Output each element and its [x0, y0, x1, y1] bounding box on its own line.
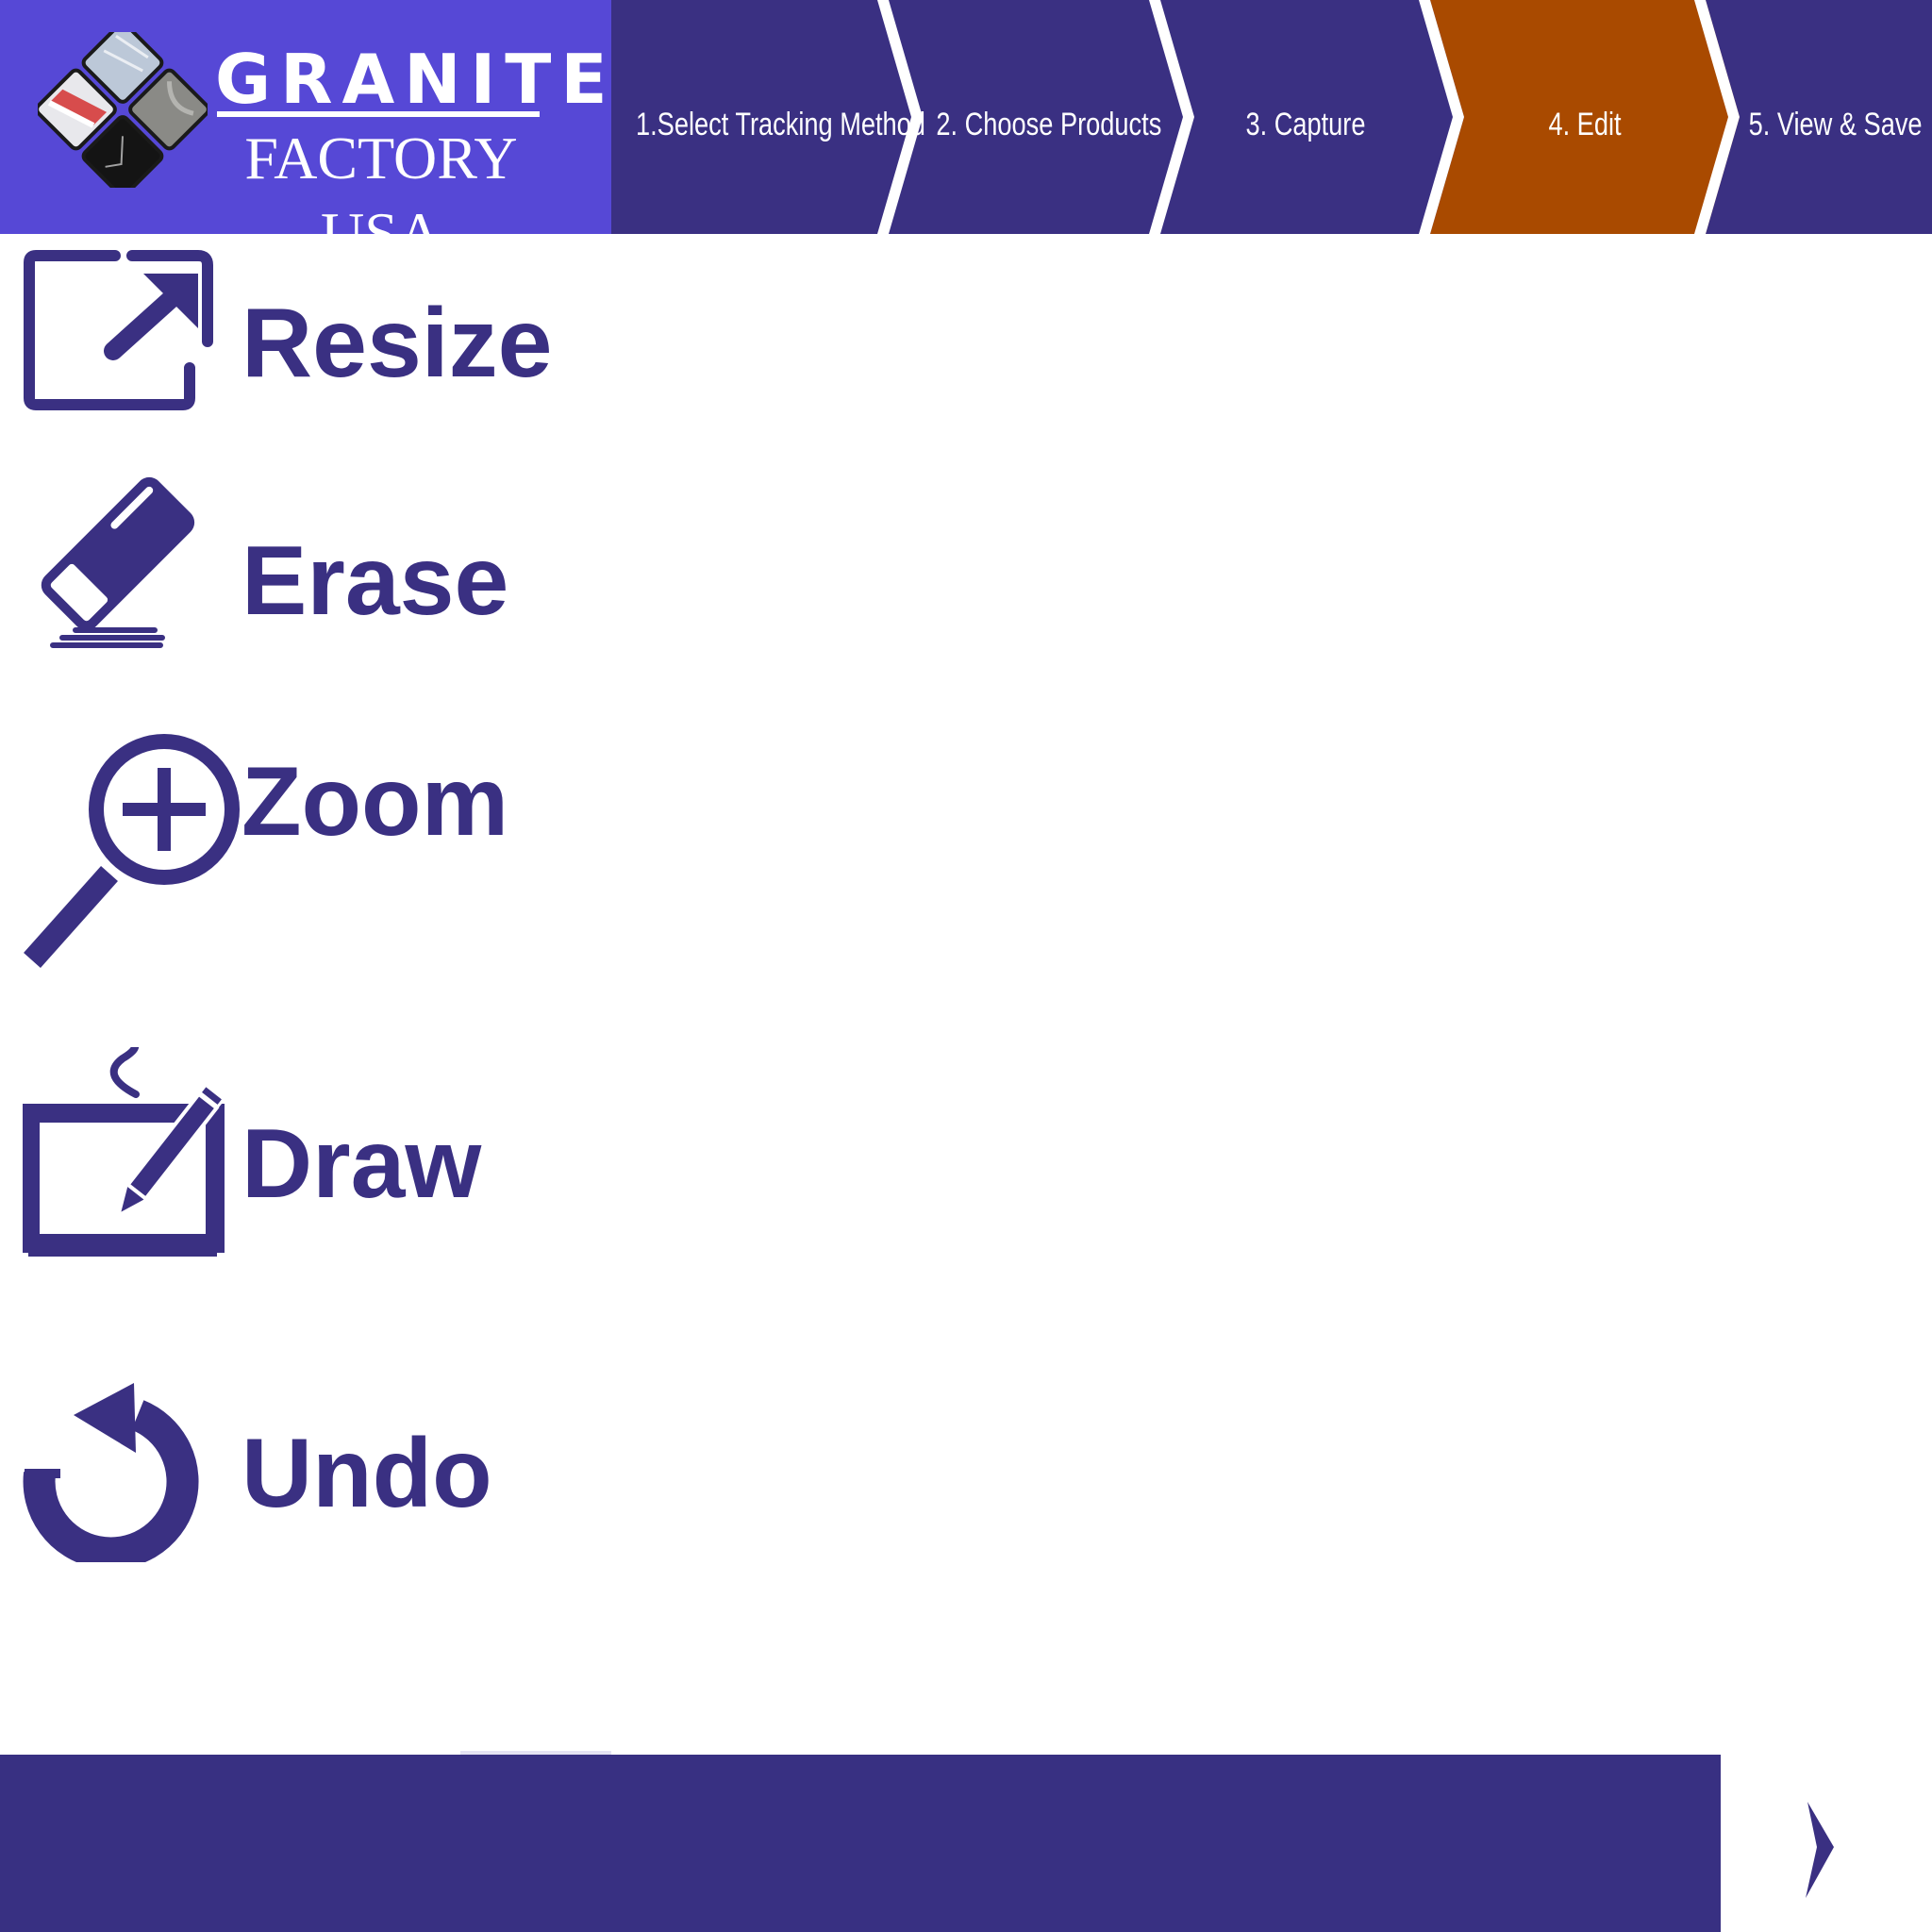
brand-logo: GRANITE FACTORY USA [0, 0, 617, 267]
resize-label: Resize [242, 289, 553, 398]
eraser-icon [41, 476, 195, 648]
resize-icon [24, 250, 213, 410]
resize-tool-button[interactable]: Resize [23, 249, 589, 457]
footer-bar [0, 1755, 1721, 1932]
step-choose-products[interactable]: 2. Choose Products [936, 91, 1161, 158]
chevron-right-icon[interactable] [1789, 1792, 1845, 1906]
app-header: GRANITE FACTORY USA 1.Select Tracking Me… [0, 0, 1932, 267]
step-capture[interactable]: 3. Capture [1206, 91, 1405, 158]
draw-tablet-icon [23, 1047, 226, 1257]
wizard-steps: 1.Select Tracking Method 2. Choose Produ… [611, 0, 1932, 234]
erase-tool-button[interactable]: Erase [23, 472, 589, 679]
step-view-and-save[interactable]: 5. View & Save [1749, 91, 1923, 158]
step-edit[interactable]: 4. Edit [1479, 91, 1690, 158]
brand-name-line1: GRANITE [215, 40, 617, 119]
step-select-tracking-method[interactable]: 1.Select Tracking Method [636, 91, 925, 158]
erase-label: Erase [242, 526, 509, 636]
brand-rule [217, 111, 540, 117]
granite-tiles-logo-icon [38, 32, 208, 188]
zoom-in-icon [24, 734, 240, 968]
zoom-label: Zoom [242, 747, 509, 857]
draw-tool-button[interactable]: Draw [23, 1047, 589, 1257]
undo-label: Undo [242, 1419, 492, 1528]
draw-label: Draw [242, 1109, 482, 1219]
undo-icon [23, 1383, 199, 1562]
zoom-tool-button[interactable]: Zoom [23, 726, 589, 968]
undo-tool-button[interactable]: Undo [23, 1374, 589, 1581]
